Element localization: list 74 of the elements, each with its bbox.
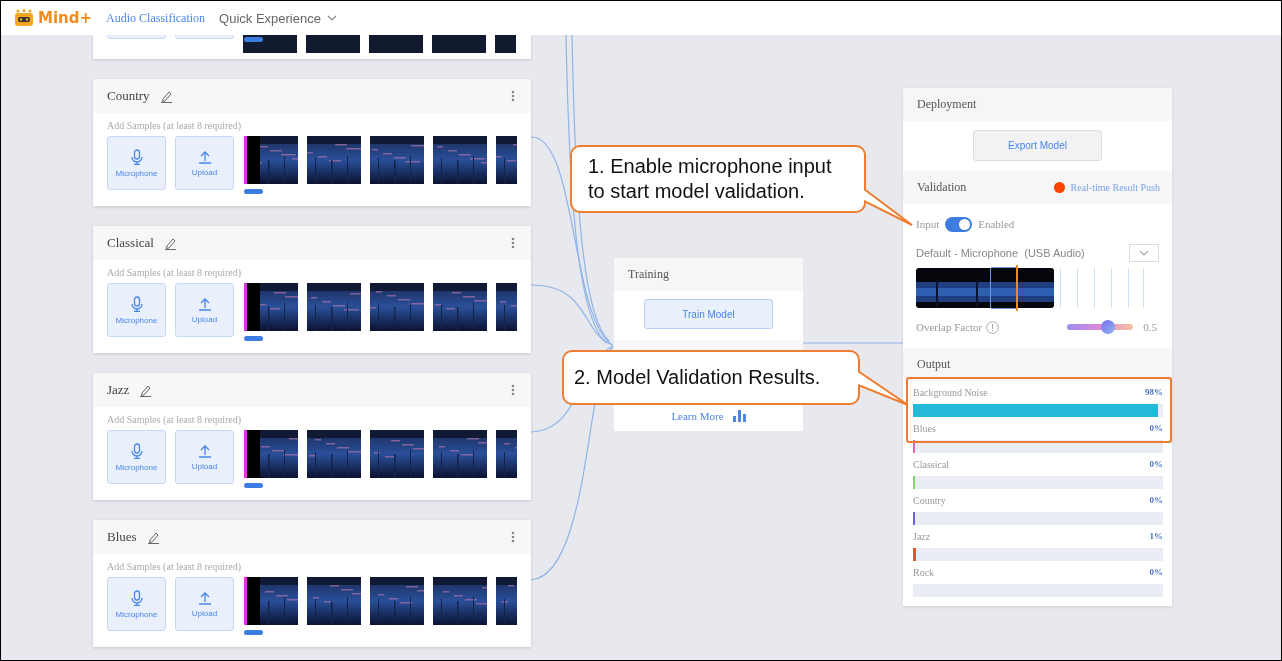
more-options-icon[interactable] [511, 90, 515, 102]
confidence-value: 0% [1149, 567, 1163, 577]
sample-hint: Add Samples (at least 8 required) [107, 120, 243, 131]
microphone-icon [130, 589, 143, 606]
scroll-indicator[interactable] [244, 336, 263, 341]
class-label: Classical [913, 458, 950, 470]
pencil-icon[interactable] [146, 530, 160, 544]
microphone-button[interactable]: Microphone [107, 283, 166, 337]
sample-hint: Add Samples (at least 8 required) [107, 267, 243, 278]
microphone-icon [130, 442, 143, 459]
microphone-button[interactable]: Microphone [107, 136, 166, 190]
result-push-link[interactable]: Real-time Result Push [1070, 182, 1160, 193]
toggle-state: Enabled [978, 218, 1015, 230]
info-icon[interactable] [986, 320, 1000, 334]
sample-hint: Add Samples (at least 8 required) [107, 561, 243, 572]
upload-icon [197, 443, 212, 458]
upload-icon [197, 590, 212, 605]
scroll-indicator[interactable] [244, 37, 263, 42]
section-title: Validation [917, 180, 967, 195]
microphone-button[interactable]: Microphone [107, 430, 166, 484]
class-name: Classical [107, 235, 154, 251]
learn-more-link[interactable]: Learn More [671, 409, 724, 422]
class-label: Blues [913, 422, 936, 434]
class-name: Blues [107, 529, 137, 545]
nav-link[interactable]: Audio Classification [106, 10, 206, 26]
chevron-down-icon [1139, 250, 1149, 256]
callout-bubble: 1. Enable microphone input to start model validation. [570, 145, 866, 213]
export-model-button[interactable]: Export Model [973, 130, 1102, 161]
device-name: Default - Microphone (USB Audio) [916, 247, 1086, 259]
microphone-button[interactable]: Microphone [107, 577, 166, 631]
pencil-icon[interactable] [159, 89, 173, 103]
input-label: Input [916, 218, 940, 230]
confidence-value: 1% [1149, 531, 1163, 541]
slider-value: 0.5 [1143, 321, 1157, 333]
confidence-value: 0% [1149, 495, 1163, 505]
class-label: Rock [913, 566, 935, 578]
section-title: Training [628, 267, 669, 282]
confidence-value: 0% [1149, 423, 1163, 433]
upload-button[interactable]: Upload [175, 430, 234, 484]
playhead-line [1016, 265, 1018, 311]
input-toggle[interactable] [945, 216, 973, 232]
scroll-indicator[interactable] [244, 189, 263, 194]
section-title: Deployment [917, 97, 977, 112]
train-model-button[interactable]: Train Model [644, 299, 773, 329]
class-label: Jazz [913, 530, 931, 542]
pencil-icon[interactable] [163, 236, 177, 250]
record-dot-icon [1053, 182, 1065, 193]
nav-dropdown[interactable]: Quick Experience [219, 10, 337, 26]
sample-hint: Add Samples (at least 8 required) [107, 414, 243, 425]
confidence-value: 0% [1149, 459, 1163, 469]
more-options-icon[interactable] [511, 531, 515, 543]
upload-button[interactable]: Upload [175, 577, 234, 631]
class-label: Background Noise [913, 386, 988, 398]
section-title: Output [917, 357, 951, 372]
robot-logo-icon [13, 9, 35, 27]
chevron-down-icon [326, 15, 337, 21]
upload-button[interactable]: Upload [175, 136, 234, 190]
upload-icon [197, 296, 212, 311]
confidence-value: 98% [1145, 387, 1163, 397]
upload-icon [197, 149, 212, 164]
class-name: Jazz [107, 382, 130, 398]
overlap-label: Overlap Factor [916, 321, 983, 333]
scroll-indicator[interactable] [244, 630, 263, 635]
more-options-icon[interactable] [511, 237, 515, 249]
bar-chart-icon[interactable] [732, 409, 746, 422]
microphone-icon [130, 295, 143, 312]
scroll-indicator[interactable] [244, 483, 263, 488]
microphone-icon [130, 148, 143, 165]
app-logo: Mind+ [38, 9, 93, 27]
pencil-icon[interactable] [139, 383, 153, 397]
upload-button[interactable]: Upload [175, 283, 234, 337]
more-options-icon[interactable] [511, 384, 515, 396]
class-name: Country [107, 88, 150, 104]
class-label: Country [913, 494, 946, 506]
